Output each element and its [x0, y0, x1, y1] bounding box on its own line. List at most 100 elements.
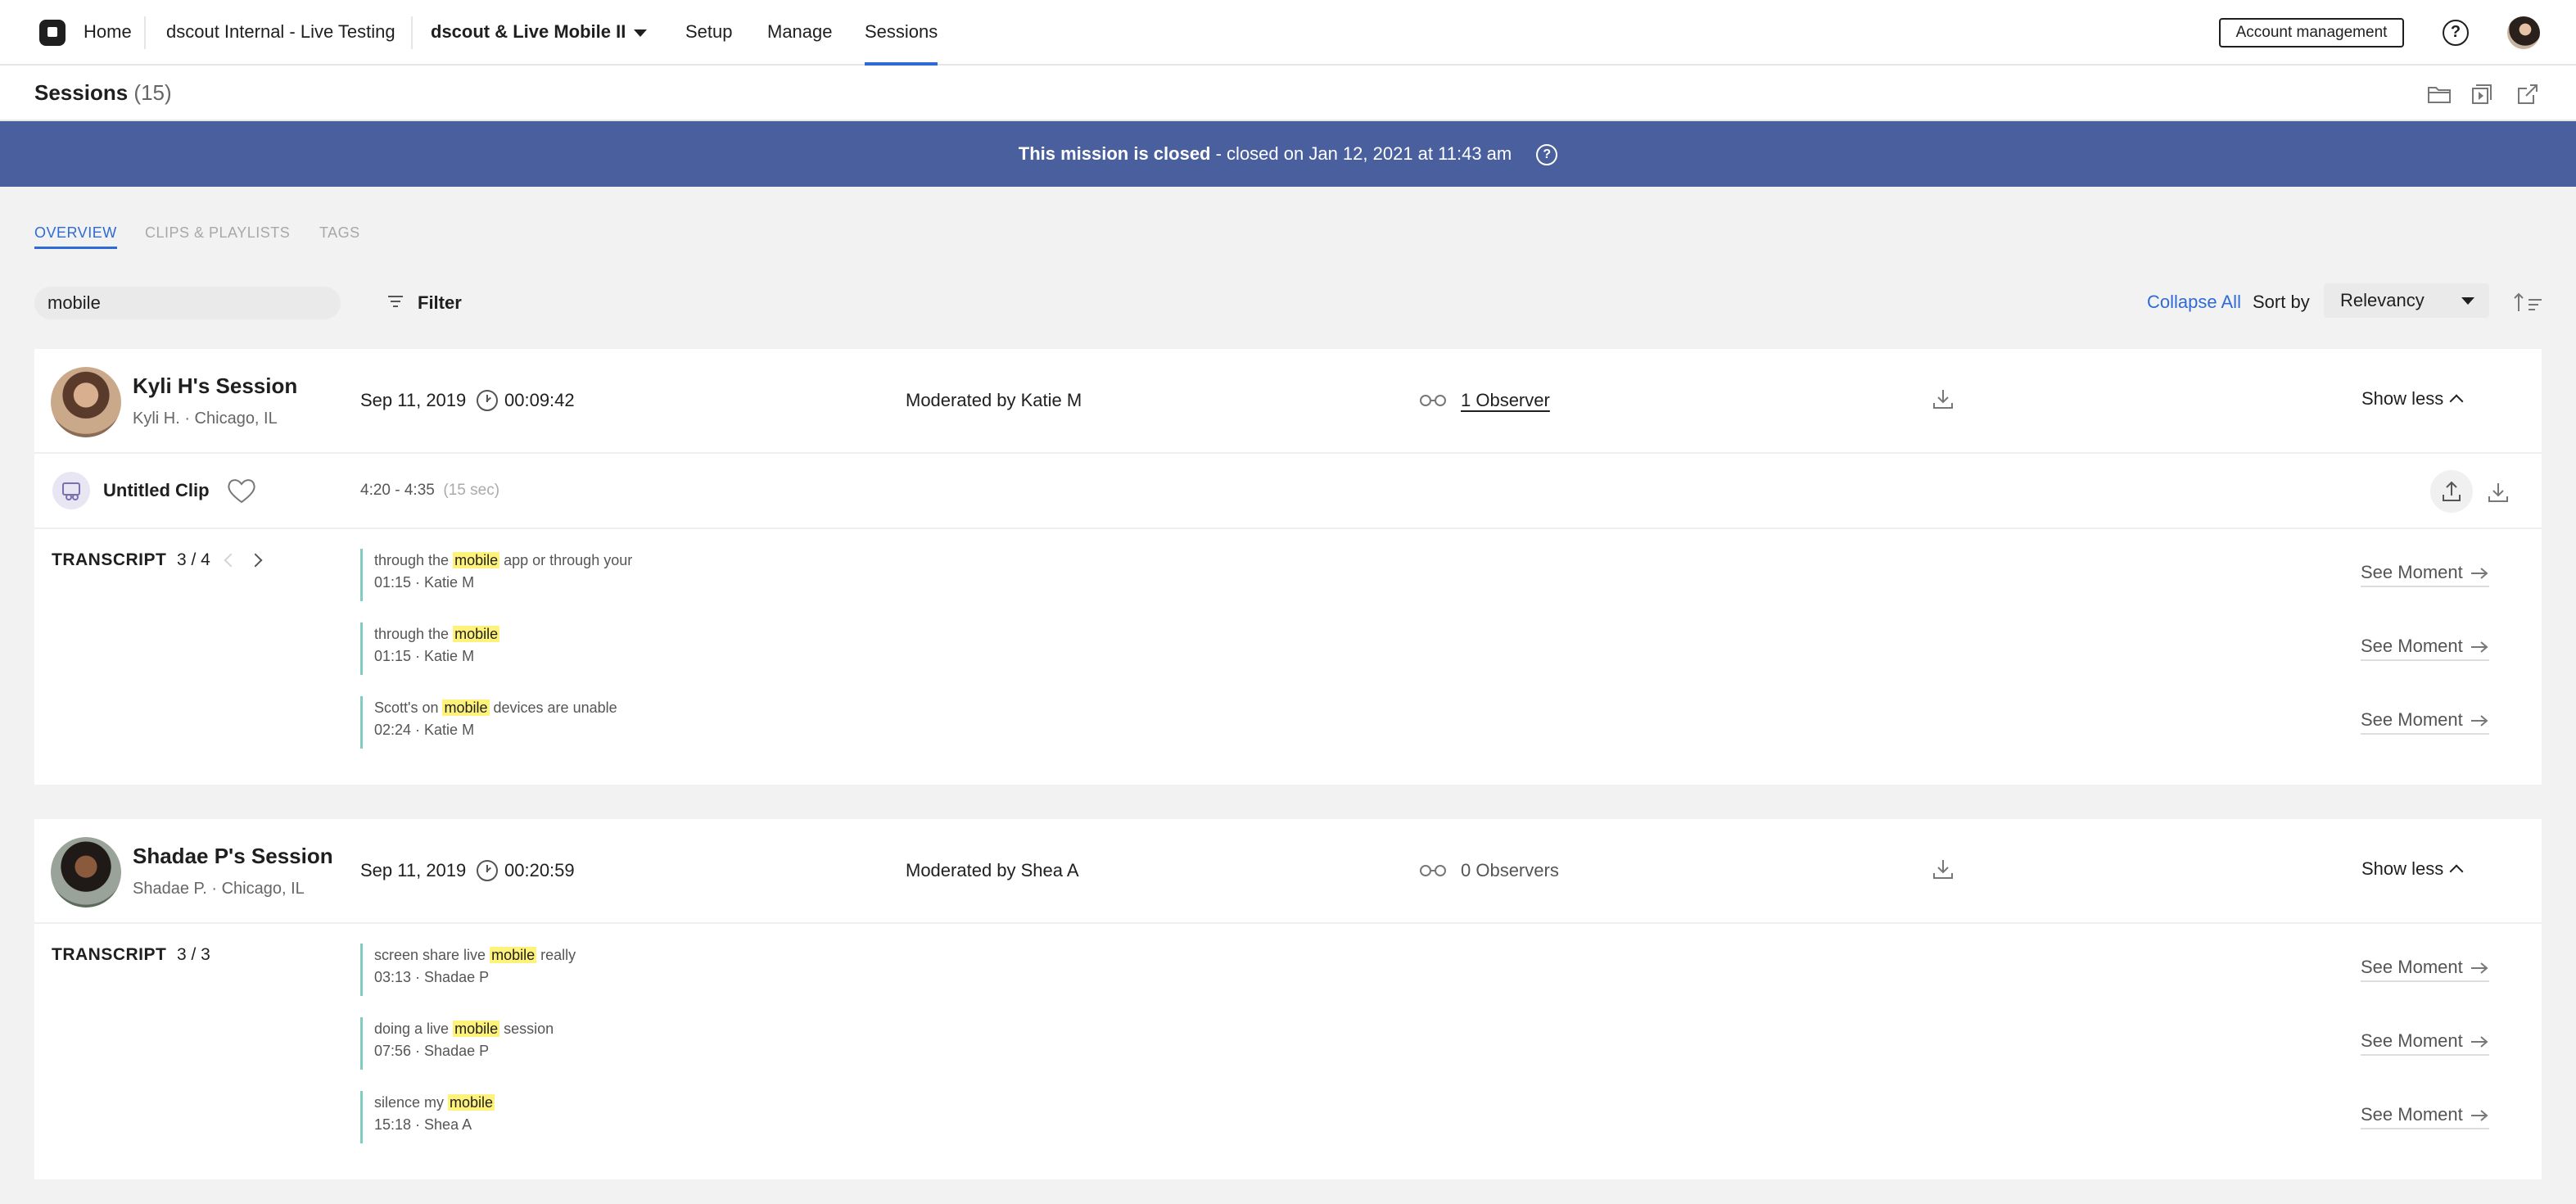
download-icon[interactable] — [1931, 857, 1955, 881]
arrow-right-icon — [2470, 962, 2488, 974]
folder-icon[interactable] — [2425, 80, 2453, 108]
banner-status: This mission is closed — [1018, 143, 1211, 164]
clip-icon — [52, 472, 90, 509]
nav-home[interactable]: Home — [84, 0, 132, 66]
session-date: Sep 11, 2019 — [360, 390, 467, 410]
clip-row: Untitled Clip 4:20 - 4:35 (15 sec) — [34, 454, 2542, 529]
filter-icon[interactable] — [386, 293, 404, 310]
moment-text-before: through the — [374, 626, 454, 642]
arrow-right-icon — [2470, 1036, 2488, 1048]
see-moment-link[interactable]: See Moment — [2361, 709, 2489, 735]
playlist-icon[interactable] — [2470, 80, 2497, 108]
moment-text-before: through the — [374, 552, 454, 568]
account-management-button[interactable]: Account management — [2219, 18, 2404, 48]
search-highlight: mobile — [453, 626, 500, 642]
glasses-icon — [1420, 395, 1446, 406]
moment-text: doing a live mobile session — [374, 1017, 852, 1040]
show-less-label: Show less — [2361, 388, 2444, 409]
transcript-label: TRANSCRIPT — [52, 550, 167, 569]
see-moment-link[interactable]: See Moment — [2361, 1104, 2489, 1129]
moment-meta: 02:24 · Katie M — [374, 722, 475, 738]
moment-text-after: app or through your — [499, 552, 633, 568]
session-title[interactable]: Shadae P's Session — [133, 844, 333, 869]
nav-setup[interactable]: Setup — [685, 0, 733, 66]
page-title: Sessions (15) — [34, 80, 172, 106]
show-less-toggle[interactable]: Show less — [2361, 388, 2464, 410]
see-moment-link[interactable]: See Moment — [2361, 957, 2489, 982]
download-icon[interactable] — [1931, 387, 1955, 411]
dscout-logo-icon[interactable] — [39, 20, 66, 46]
see-moment-label: See Moment — [2361, 1030, 2463, 1051]
see-moment-link[interactable]: See Moment — [2361, 1030, 2489, 1056]
arrow-right-icon — [2470, 641, 2488, 653]
transcript-moment: silence my mobile 15:18 · Shea A — [360, 1091, 852, 1143]
sort-select-value: Relevancy — [2340, 290, 2425, 310]
transcript-moment: through the mobile 01:15 · Katie M — [360, 622, 852, 675]
nav-manage[interactable]: Manage — [767, 0, 833, 66]
session-participant: Kyli H. · Chicago, IL — [133, 410, 278, 428]
filter-button[interactable]: Filter — [418, 288, 462, 318]
tab-tags[interactable]: TAGS — [319, 224, 360, 247]
search-highlight: mobile — [453, 1021, 500, 1037]
moment-text-before: screen share live — [374, 947, 490, 963]
top-navigation: Home dscout Internal - Live Testing dsco… — [0, 0, 2576, 66]
tab-clips-playlists[interactable]: CLIPS & PLAYLISTS — [145, 224, 290, 247]
search-highlight: mobile — [453, 552, 500, 568]
clip-time-range: 4:20 - 4:35 (15 sec) — [360, 482, 499, 500]
clip-range: 4:20 - 4:35 — [360, 482, 435, 499]
page-header: Sessions (15) — [0, 66, 2576, 121]
share-clip-button[interactable] — [2430, 470, 2473, 513]
banner-detail: - closed on Jan 12, 2021 at 11:43 am — [1210, 143, 1512, 164]
participant-avatar — [51, 367, 121, 437]
nav-workspace[interactable]: dscout Internal - Live Testing — [166, 0, 395, 66]
session-header-row[interactable]: Kyli H's Session Kyli H. · Chicago, IL S… — [34, 349, 2542, 454]
chevron-right-icon[interactable] — [248, 553, 263, 568]
download-icon[interactable] — [2486, 480, 2510, 505]
user-avatar[interactable] — [2507, 16, 2540, 49]
clip-length: (15 sec) — [443, 482, 500, 499]
nav-mission-label: dscout & Live Mobile II — [431, 21, 626, 42]
help-icon[interactable]: ? — [1536, 144, 1558, 166]
search-highlight: mobile — [448, 1094, 495, 1111]
search-highlight: mobile — [490, 947, 537, 963]
session-moderator: Moderated by Katie M — [906, 390, 1082, 410]
chevron-left-icon[interactable] — [224, 553, 238, 568]
nav-divider — [144, 16, 146, 49]
session-header-row[interactable]: Shadae P's Session Shadae P. · Chicago, … — [34, 819, 2542, 924]
session-card: Kyli H's Session Kyli H. · Chicago, IL S… — [34, 349, 2542, 785]
moment-meta: 15:18 · Shea A — [374, 1116, 472, 1133]
heart-icon[interactable] — [226, 477, 257, 505]
nav-sessions[interactable]: Sessions — [865, 0, 938, 66]
arrow-right-icon — [2470, 715, 2488, 726]
clip-title[interactable]: Untitled Clip — [103, 480, 210, 501]
see-moment-link[interactable]: See Moment — [2361, 636, 2489, 661]
sort-order-icon[interactable] — [2512, 292, 2545, 313]
see-moment-label: See Moment — [2361, 562, 2463, 582]
moment-meta: 01:15 · Katie M — [374, 574, 475, 591]
moment-meta: 03:13 · Shadae P — [374, 969, 490, 985]
observers-link[interactable]: 1 Observer — [1461, 390, 1550, 411]
show-less-toggle[interactable]: Show less — [2361, 858, 2464, 880]
arrow-right-icon — [2470, 568, 2488, 579]
share-icon[interactable] — [2514, 80, 2542, 108]
nav-mission-selector[interactable]: dscout & Live Mobile II — [431, 0, 648, 66]
glasses-icon — [1420, 865, 1446, 876]
session-count: (15) — [133, 80, 172, 105]
observers-count[interactable]: 0 Observers — [1461, 860, 1559, 881]
help-icon[interactable]: ? — [2443, 20, 2469, 46]
moment-text-after: devices are unable — [489, 699, 617, 716]
sort-select[interactable]: Relevancy — [2324, 283, 2489, 318]
transcript-moment: screen share live mobile really 03:13 · … — [360, 944, 852, 996]
see-moment-label: See Moment — [2361, 709, 2463, 730]
upload-icon — [2443, 481, 2461, 501]
collapse-all-button[interactable]: Collapse All — [2147, 292, 2241, 313]
session-title[interactable]: Kyli H's Session — [133, 373, 297, 399]
mission-closed-banner: This mission is closed - closed on Jan 1… — [0, 121, 2576, 187]
arrow-right-icon — [2470, 1110, 2488, 1121]
search-input[interactable] — [34, 287, 341, 319]
see-moment-link[interactable]: See Moment — [2361, 562, 2489, 587]
transcript-moment: Scott's on mobile devices are unable 02:… — [360, 696, 852, 749]
transcript-count: 3 / 3 — [177, 945, 210, 964]
moment-text: screen share live mobile really — [374, 944, 852, 966]
tab-overview[interactable]: OVERVIEW — [34, 224, 117, 249]
